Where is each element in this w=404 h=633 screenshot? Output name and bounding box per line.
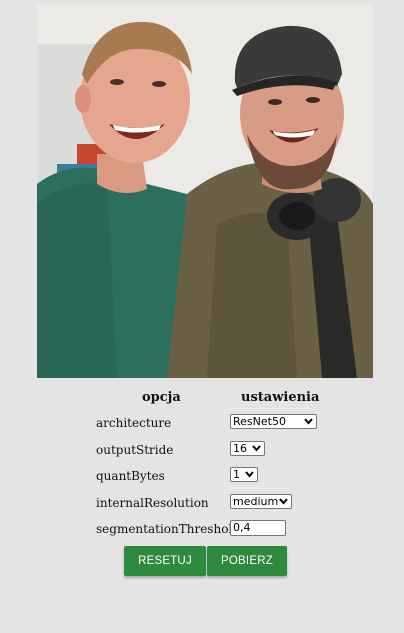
select-value: 1 bbox=[233, 468, 240, 481]
setting-label: architecture bbox=[96, 416, 172, 430]
setting-label: quantBytes bbox=[96, 469, 165, 483]
chevron-down-icon bbox=[252, 444, 261, 452]
settings-row-segmentationthreshold: segmentationThreshold 0,4 bbox=[84, 516, 344, 543]
segmentationthreshold-input[interactable]: 0,4 bbox=[230, 520, 286, 536]
header-option: opcja bbox=[142, 390, 181, 405]
outputstride-select[interactable]: 16 bbox=[230, 440, 265, 456]
reset-button[interactable]: RESETUJ bbox=[124, 546, 206, 576]
segmented-photo bbox=[37, 4, 373, 378]
select-value: 16 bbox=[233, 441, 247, 455]
settings-row-quantbytes: quantBytes 1 bbox=[84, 463, 344, 490]
chevron-down-icon bbox=[304, 418, 313, 425]
chevron-down-icon bbox=[245, 471, 254, 478]
quantbytes-select[interactable]: 1 bbox=[230, 467, 258, 482]
setting-label: segmentationThreshold bbox=[96, 522, 240, 536]
settings-table-header: opcja ustawienia bbox=[84, 384, 344, 410]
download-button[interactable]: POBIERZ bbox=[207, 546, 287, 576]
select-value: ResNet50 bbox=[233, 415, 286, 428]
architecture-select[interactable]: ResNet50 bbox=[230, 414, 317, 429]
header-settings: ustawienia bbox=[241, 390, 320, 405]
settings-row-outputstride: outputStride 16 bbox=[84, 437, 344, 464]
select-value: medium bbox=[233, 494, 279, 508]
settings-row-architecture: architecture ResNet50 bbox=[84, 410, 344, 437]
action-buttons: RESETUJ POBIERZ bbox=[124, 546, 287, 576]
settings-table: opcja ustawienia architecture ResNet50 o… bbox=[84, 384, 344, 543]
settings-row-internalresolution: internalResolution medium bbox=[84, 490, 344, 517]
setting-label: outputStride bbox=[96, 442, 174, 457]
chevron-down-icon bbox=[279, 497, 288, 505]
setting-label: internalResolution bbox=[96, 495, 209, 510]
internalresolution-select[interactable]: medium bbox=[230, 493, 292, 509]
